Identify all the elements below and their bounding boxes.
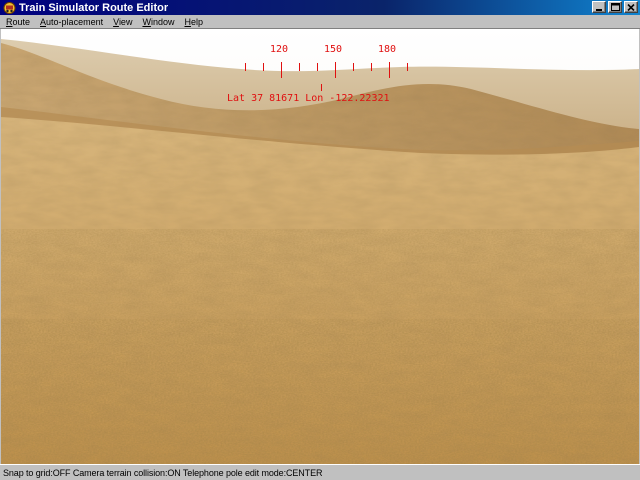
menu-help[interactable]: Help (179, 17, 208, 27)
status-bar: Snap to grid:OFF Camera terrain collisio… (0, 464, 640, 480)
close-button[interactable] (624, 1, 638, 13)
app-window: Train Simulator Route Editor Route Auto-p… (0, 0, 640, 480)
terrain-scene (1, 29, 639, 464)
minimize-button[interactable] (592, 1, 606, 13)
menu-window[interactable]: Window (137, 17, 179, 27)
minimize-icon (596, 8, 602, 11)
maximize-icon (610, 3, 620, 11)
title-bar[interactable]: Train Simulator Route Editor (0, 0, 640, 15)
window-controls (590, 1, 638, 13)
close-icon (627, 3, 635, 11)
window-title: Train Simulator Route Editor (19, 1, 169, 14)
menu-route[interactable]: Route (0, 17, 35, 27)
train-icon (2, 1, 16, 14)
menu-view[interactable]: View (108, 17, 137, 27)
menu-auto-placement[interactable]: Auto-placement (35, 17, 108, 27)
status-text: Snap to grid:OFF Camera terrain collisio… (3, 467, 323, 478)
3d-viewport[interactable]: 120 150 180 Lat 37 81671 Lon -122.22321 (1, 29, 639, 464)
menu-bar: Route Auto-placement View Window Help (0, 15, 640, 29)
maximize-button[interactable] (608, 1, 622, 13)
